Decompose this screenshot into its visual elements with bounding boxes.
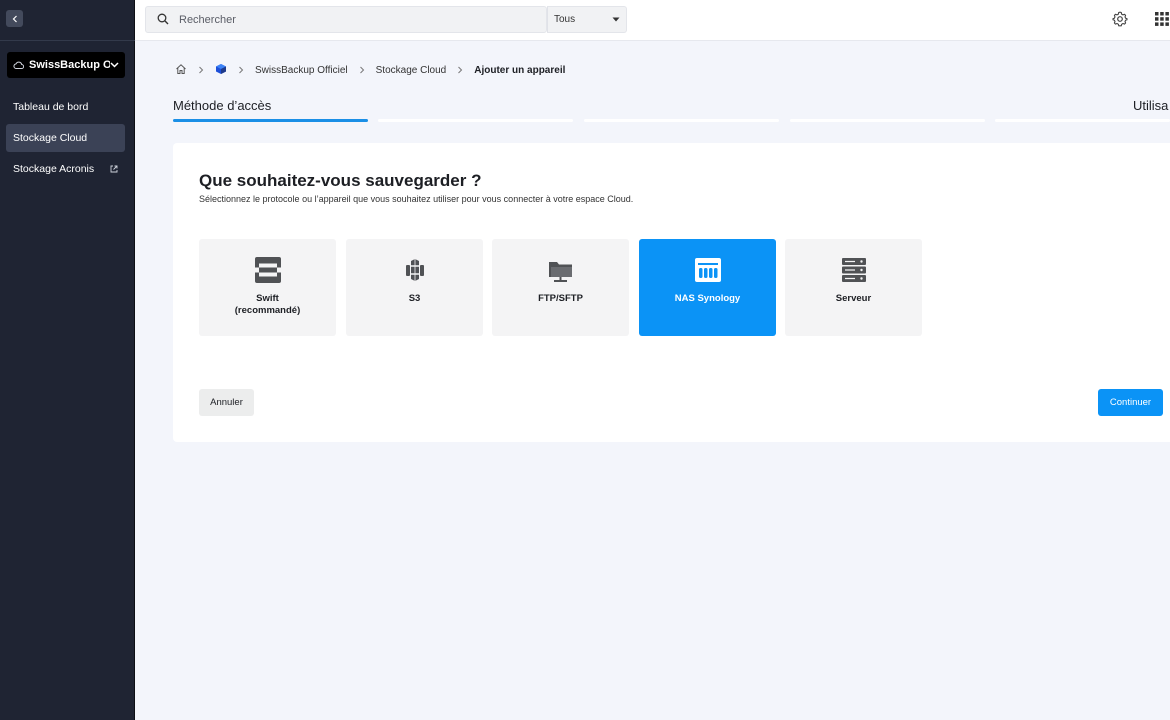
option-label: NAS Synology	[674, 293, 741, 304]
step-progress-4	[790, 119, 985, 122]
option-s3[interactable]: S3	[346, 239, 483, 336]
search-box	[145, 6, 547, 33]
step-progress-5	[995, 119, 1170, 122]
sidebar-item-acronis-storage[interactable]: Stockage Acronis	[6, 155, 125, 183]
page-subtitle: Sélectionnez le protocole ou l’appareil …	[199, 194, 634, 204]
home-icon[interactable]	[175, 63, 187, 78]
chevron-right-icon	[198, 66, 204, 74]
option-ftp-sftp[interactable]: FTP/SFTP	[492, 239, 629, 336]
option-label: Swift (recommandé)	[234, 293, 301, 316]
search-scope-select[interactable]: Tous	[547, 6, 627, 33]
caret-down-icon	[612, 17, 620, 22]
search-scope-value: Tous	[554, 14, 576, 25]
chevron-right-icon	[359, 66, 365, 74]
cloud-icon	[13, 61, 24, 69]
option-nas-synology[interactable]: NAS Synology	[639, 239, 776, 336]
settings-button[interactable]	[1112, 11, 1128, 32]
step-progress-3	[584, 119, 779, 122]
step-progress-1	[173, 119, 368, 122]
account-selector[interactable]: SwissBackup Of...	[7, 52, 125, 78]
gear-icon	[1112, 11, 1128, 27]
external-link-icon	[110, 165, 118, 173]
sidebar-item-dashboard[interactable]: Tableau de bord	[6, 93, 125, 121]
step-title-user: Utilisa	[1133, 98, 1169, 113]
option-label: Serveur	[835, 293, 872, 304]
sidebar-item-label: Tableau de bord	[13, 101, 89, 113]
sidebar-divider	[0, 40, 135, 41]
option-label: FTP/SFTP	[538, 293, 583, 304]
top-bar: Tous	[135, 0, 1170, 41]
server-icon	[841, 256, 867, 284]
chevron-right-icon	[238, 66, 244, 74]
chevron-down-icon	[110, 62, 119, 68]
option-server[interactable]: Serveur	[785, 239, 922, 336]
account-name: SwissBackup Of...	[29, 59, 110, 71]
breadcrumb-link[interactable]: Stockage Cloud	[376, 65, 447, 76]
option-swift[interactable]: Swift (recommandé)	[199, 239, 336, 336]
breadcrumb-current: Ajouter un appareil	[474, 64, 566, 76]
collapse-sidebar-button[interactable]	[6, 10, 23, 27]
apps-menu-button[interactable]	[1154, 11, 1170, 32]
continue-button[interactable]: Continuer	[1098, 389, 1163, 416]
cancel-button[interactable]: Annuler	[199, 389, 254, 416]
sidebar-item-label: Stockage Cloud	[13, 132, 88, 144]
product-cube-icon[interactable]	[215, 63, 227, 78]
access-method-card: Que souhaitez-vous sauvegarder ? Sélecti…	[173, 143, 1170, 442]
breadcrumb-link[interactable]: SwissBackup Officiel	[255, 65, 348, 76]
s3-bucket-icon	[403, 256, 427, 284]
sidebar-item-label: Stockage Acronis	[13, 163, 95, 175]
grid-icon	[1155, 12, 1169, 26]
nas-icon	[694, 256, 722, 284]
ftp-folder-icon	[548, 256, 574, 284]
page-title: Que souhaitez-vous sauvegarder ?	[199, 171, 482, 190]
step-title-access-method: Méthode d’accès	[173, 98, 272, 113]
search-icon	[157, 13, 169, 25]
openstack-icon	[254, 256, 282, 284]
option-label: S3	[408, 293, 421, 304]
step-progress-2	[378, 119, 573, 122]
search-input[interactable]	[146, 7, 506, 32]
sidebar: SwissBackup Of... Tableau de bord Stocka…	[0, 0, 135, 720]
sidebar-item-cloud-storage[interactable]: Stockage Cloud	[6, 124, 125, 152]
chevron-left-icon	[12, 15, 17, 22]
breadcrumb: SwissBackup Officiel Stockage Cloud Ajou…	[175, 63, 565, 77]
chevron-right-icon	[457, 66, 463, 74]
